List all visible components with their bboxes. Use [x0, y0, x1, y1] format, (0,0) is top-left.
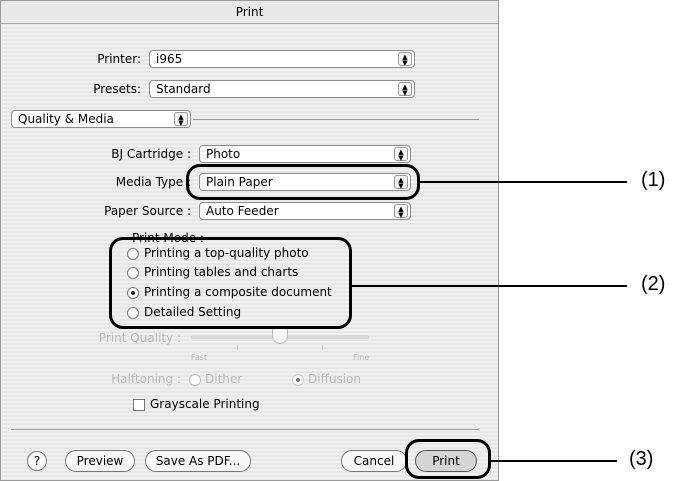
source-label: Paper Source :	[104, 204, 191, 218]
presets-value: Standard	[156, 82, 211, 96]
media-label: Media Type :	[115, 175, 191, 189]
panel-value: Quality & Media	[18, 112, 114, 126]
grayscale-label: Grayscale Printing	[150, 397, 260, 411]
popup-arrows-icon: ▲ ▼	[394, 204, 408, 219]
callout-box-2	[109, 237, 352, 329]
quality-slider-thumb[interactable]	[272, 328, 288, 344]
quality-fine-label: Fine	[353, 353, 370, 362]
callout-box-3	[405, 439, 491, 479]
quality-fast-label: Fast	[191, 353, 208, 362]
callout-line-2	[351, 285, 627, 287]
slider-tick	[237, 345, 238, 350]
panel-popup[interactable]: Quality & Media ▲ ▼	[11, 110, 191, 128]
presets-popup[interactable]: Standard ▲ ▼	[149, 80, 415, 98]
halftoning-label: Halftoning :	[111, 372, 181, 386]
preview-button[interactable]: Preview	[65, 450, 135, 472]
radio-diffusion[interactable]	[292, 374, 304, 386]
cartridge-label: BJ Cartridge :	[111, 147, 191, 161]
popup-arrows-icon: ▲ ▼	[398, 52, 412, 67]
presets-label: Presets:	[93, 82, 141, 96]
callout-line-1	[419, 181, 627, 183]
help-button[interactable]: ?	[27, 451, 47, 471]
callout-label-1: (1)	[641, 169, 666, 191]
printer-label: Printer:	[97, 52, 141, 66]
callout-line-3	[490, 460, 617, 462]
source-popup[interactable]: Auto Feeder ▲ ▼	[199, 202, 411, 220]
save-pdf-button[interactable]: Save As PDF...	[145, 450, 251, 472]
cancel-button[interactable]: Cancel	[341, 450, 407, 472]
printer-value: i965	[156, 52, 183, 66]
diffusion-label: Diffusion	[308, 372, 361, 386]
cartridge-popup[interactable]: Photo ▲ ▼	[199, 145, 411, 163]
window-title: Print	[1, 1, 498, 24]
panel-divider	[193, 119, 479, 120]
slider-tick	[322, 345, 323, 350]
popup-arrows-icon: ▲ ▼	[394, 147, 408, 162]
callout-label-3: (3)	[629, 448, 654, 470]
source-value: Auto Feeder	[206, 204, 279, 218]
quality-label: Print Quality :	[98, 331, 181, 345]
dither-label: Dither	[205, 372, 243, 386]
callout-box-1	[186, 164, 420, 200]
callout-label-2: (2)	[641, 273, 666, 295]
cartridge-value: Photo	[206, 147, 241, 161]
printer-popup[interactable]: i965 ▲ ▼	[149, 50, 415, 68]
popup-arrows-icon: ▲ ▼	[174, 112, 188, 127]
popup-arrows-icon: ▲ ▼	[398, 82, 412, 97]
bottom-divider	[11, 429, 479, 430]
grayscale-checkbox[interactable]	[133, 399, 145, 411]
radio-dither[interactable]	[189, 374, 201, 386]
